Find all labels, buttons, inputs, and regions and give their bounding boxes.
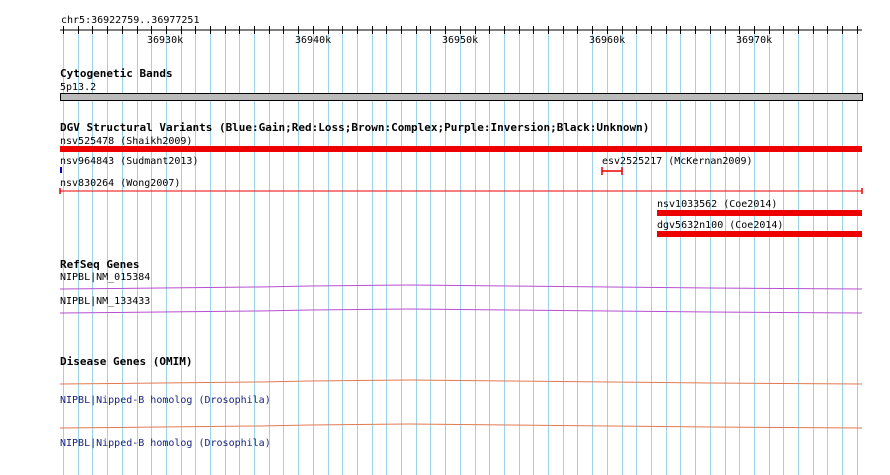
cytoband-label: 5p13.2 [60, 82, 97, 93]
variant-label: dgv5632n100 (Coe2014) [657, 220, 784, 231]
ruler-tick-label: 36970k [736, 35, 773, 46]
ruler-tick-label: 36930k [147, 35, 184, 46]
variant-label: nsv964843 (Sudmant2013) [60, 156, 199, 167]
variant-bar-loss[interactable] [58, 186, 866, 196]
dgv-track-title: DGV Structural Variants (Blue:Gain;Red:L… [60, 121, 650, 134]
cytoband-track-title: Cytogenetic Bands [60, 67, 173, 80]
refseq-gene-model[interactable] [0, 280, 890, 294]
ruler-tick-label: 36950k [442, 35, 479, 46]
ruler-tick-label: 36940k [295, 35, 332, 46]
variant-bar-loss[interactable] [657, 210, 862, 216]
variant-bar-loss[interactable] [600, 166, 626, 176]
cytoband-bar[interactable] [60, 93, 863, 101]
variant-bar-loss[interactable] [60, 146, 862, 152]
omim-gene-model[interactable] [0, 418, 890, 434]
omim-gene-label[interactable]: NIPBL|Nipped-B homolog (Drosophila) [60, 438, 271, 449]
variant-bar-loss[interactable] [657, 231, 862, 237]
omim-gene-model[interactable] [0, 374, 890, 390]
variant-bar-gain[interactable] [60, 167, 62, 173]
omim-gene-label[interactable]: NIPBL|Nipped-B homolog (Drosophila) [60, 395, 271, 406]
variant-label: nsv1033562 (Coe2014) [657, 199, 778, 210]
refseq-gene-model[interactable] [0, 304, 890, 318]
refseq-track-title: RefSeq Genes [60, 258, 140, 271]
ruler-tick-label: 36960k [589, 35, 626, 46]
omim-track-title: Disease Genes (OMIM) [60, 355, 193, 368]
